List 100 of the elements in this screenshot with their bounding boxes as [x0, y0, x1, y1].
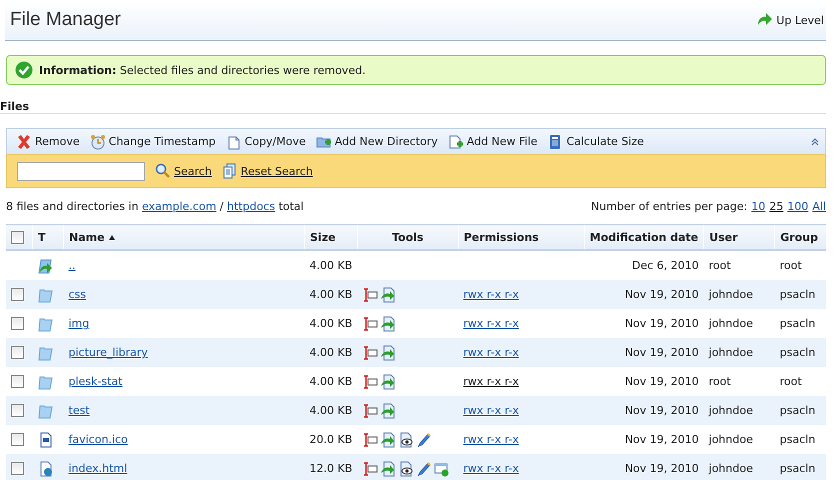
checkbox[interactable] [11, 317, 24, 330]
pencil-icon[interactable] [416, 432, 432, 448]
permissions-link[interactable]: rwx r-x r-x [463, 288, 519, 301]
search-link[interactable]: Search [155, 163, 212, 179]
file-name-link[interactable]: css [68, 288, 86, 301]
size-cell: 12.0 KB [310, 462, 352, 475]
page-size-link[interactable]: 25 [769, 200, 784, 212]
rename-icon[interactable] [362, 316, 378, 332]
checkbox[interactable] [11, 346, 24, 359]
rename-icon[interactable] [362, 432, 378, 448]
size-cell: 4.00 KB [310, 404, 352, 417]
folder-arrow-icon [38, 258, 54, 274]
rename-icon[interactable] [362, 374, 378, 390]
document-arrow-icon[interactable] [380, 402, 396, 418]
reset-search-link[interactable]: Reset Search [222, 163, 313, 179]
group-cell: psacln [780, 404, 816, 417]
date-cell: Nov 19, 2010 [624, 288, 699, 301]
permissions-link[interactable]: rwx r-x r-x [463, 317, 519, 330]
checkbox[interactable] [11, 462, 24, 475]
size-cell: 4.00 KB [310, 375, 352, 388]
group-cell: root [780, 375, 802, 388]
rename-icon[interactable] [362, 402, 378, 418]
file-plus-icon [448, 134, 464, 150]
document-arrow-icon[interactable] [380, 316, 396, 332]
file-name-link[interactable]: .. [68, 259, 76, 272]
eye-icon[interactable] [398, 432, 414, 448]
page-size-link[interactable]: All [812, 200, 826, 212]
folder-icon [38, 402, 54, 418]
date-cell: Dec 6, 2010 [632, 259, 699, 272]
rename-icon[interactable] [362, 460, 378, 476]
group-cell: psacln [780, 433, 816, 446]
file-name-link[interactable]: picture_library [68, 346, 148, 359]
arrow-icon [757, 12, 774, 28]
rename-icon[interactable] [362, 286, 378, 302]
document-arrow-icon[interactable] [380, 344, 396, 360]
window-icon[interactable] [434, 460, 450, 476]
size-cell: 4.00 KB [310, 288, 352, 301]
file-name-link[interactable]: test [68, 404, 90, 417]
date-cell: Nov 19, 2010 [624, 317, 699, 330]
size-cell: 4.00 KB [310, 317, 352, 330]
folder-link[interactable]: httpdocs [227, 200, 276, 212]
user-cell: johndoe [708, 462, 753, 475]
checkbox[interactable] [11, 375, 24, 388]
group-cell: root [780, 259, 802, 272]
rename-icon[interactable] [362, 344, 378, 360]
user-cell: johndoe [708, 288, 753, 301]
summary-text: 8 files and directories in example.com / httpdocs total [6, 200, 304, 212]
check-icon [15, 61, 33, 79]
column-header[interactable]: T [38, 230, 46, 244]
column-header[interactable]: Name [69, 230, 105, 244]
folder-icon [38, 286, 54, 302]
toolbar-button[interactable]: Add New File [442, 130, 542, 152]
date-cell: Nov 19, 2010 [624, 404, 699, 417]
permissions-link[interactable]: rwx r-x r-x [463, 433, 519, 446]
document-arrow-icon[interactable] [380, 374, 396, 390]
binary-file-icon [38, 432, 54, 448]
file-name-link[interactable]: favicon.ico [68, 433, 128, 446]
date-cell: Nov 19, 2010 [624, 433, 699, 446]
documents-icon [222, 163, 238, 179]
user-cell: johndoe [708, 346, 753, 359]
size-cell: 4.00 KB [310, 346, 352, 359]
checkbox[interactable] [11, 288, 24, 301]
file-name-link[interactable]: img [68, 317, 90, 330]
group-cell: psacln [780, 462, 816, 475]
page-size-link[interactable]: 10 [751, 200, 766, 212]
remove-icon [16, 134, 32, 150]
remove-button[interactable]: Remove [11, 130, 85, 152]
toolbar-button[interactable]: Calculate Size [542, 130, 649, 152]
date-cell: Nov 19, 2010 [624, 346, 699, 359]
user-cell: johndoe [708, 433, 753, 446]
checkbox[interactable] [11, 433, 24, 446]
up-level-link[interactable]: Up Level [757, 12, 824, 28]
document-arrow-icon[interactable] [380, 432, 396, 448]
domain-link[interactable]: example.com [142, 200, 216, 212]
eye-icon[interactable] [398, 460, 414, 476]
document-arrow-icon[interactable] [380, 286, 396, 302]
date-cell: Nov 19, 2010 [624, 375, 699, 388]
user-cell: root [708, 375, 731, 388]
folder-icon [38, 316, 54, 332]
entries-per-page-label: Number of entries per page: [591, 200, 748, 212]
folder-icon [38, 344, 54, 360]
column-header[interactable]: Tools [392, 230, 424, 244]
toolbar-button[interactable]: Add New Directory [310, 130, 443, 152]
toolbar-button[interactable]: Change Timestamp [84, 130, 221, 152]
permissions-link[interactable]: rwx r-x r-x [463, 375, 519, 388]
document-arrow-icon[interactable] [380, 460, 396, 476]
pencil-icon[interactable] [416, 460, 432, 476]
checkbox[interactable] [11, 230, 24, 244]
group-cell: psacln [780, 317, 816, 330]
document-icon [226, 134, 242, 150]
file-name-link[interactable]: index.html [68, 462, 128, 475]
checkbox[interactable] [11, 404, 24, 417]
permissions-link[interactable]: rwx r-x r-x [463, 346, 519, 359]
file-name-link[interactable]: plesk-stat [68, 375, 122, 388]
search-field[interactable] [17, 162, 145, 180]
group-cell: psacln [780, 346, 816, 359]
permissions-link[interactable]: rwx r-x r-x [463, 404, 519, 417]
toolbar-button[interactable]: Copy/Move [220, 130, 311, 152]
page-size-link[interactable]: 100 [787, 200, 808, 212]
page-title: File Manager [10, 9, 121, 31]
